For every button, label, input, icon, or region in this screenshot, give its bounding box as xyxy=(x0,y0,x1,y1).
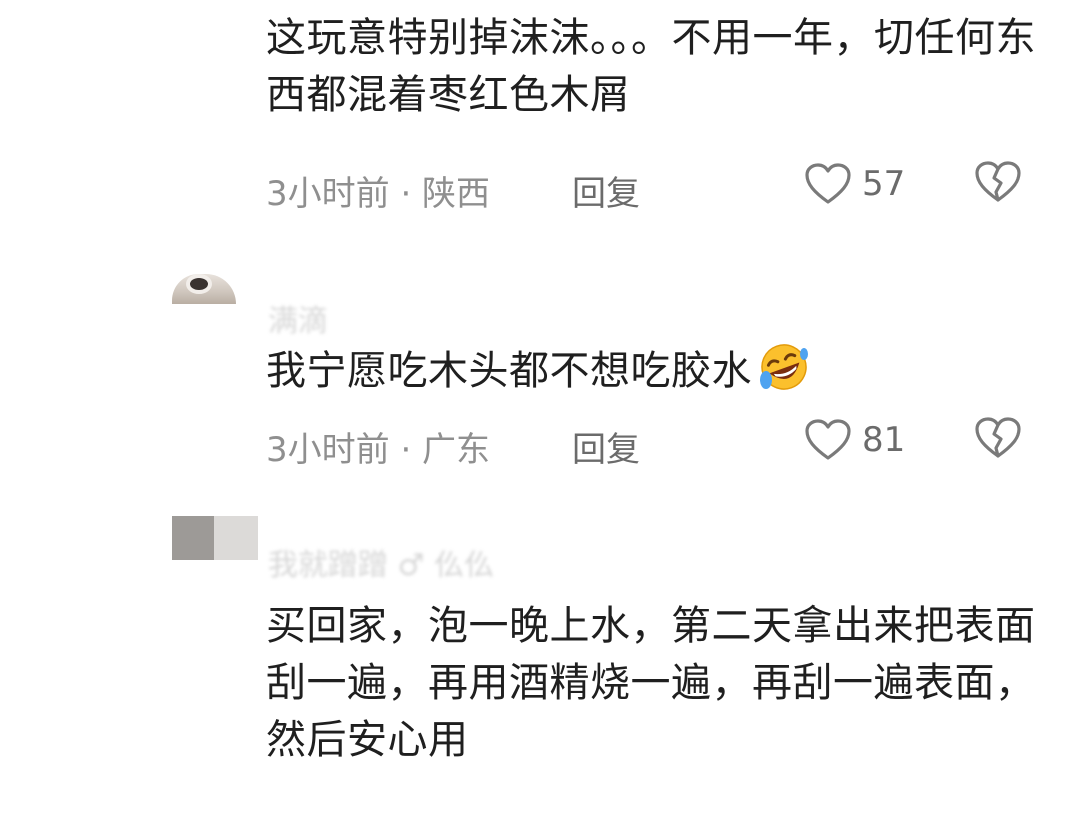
comment-meta: 3小时前 · 广东 回复 81 xyxy=(266,416,1056,470)
broken-heart-icon xyxy=(974,160,1022,208)
comment-text: 我宁愿吃木头都不想吃胶水 xyxy=(266,342,1046,400)
reply-button[interactable]: 回复 xyxy=(572,422,640,471)
comment-time-location: 3小时前 · 广东 xyxy=(266,430,491,470)
heart-outline-icon xyxy=(804,418,852,462)
like-button[interactable]: 81 xyxy=(804,416,905,464)
dislike-button[interactable] xyxy=(974,160,1022,208)
avatar[interactable] xyxy=(172,516,258,560)
dislike-button[interactable] xyxy=(974,416,1022,464)
comment-text: 这玩意特别掉沫沫。。。不用一年，切任何东西都混着枣红色木屑 xyxy=(266,15,1036,118)
broken-heart-icon xyxy=(974,416,1022,464)
comment-time-location: 3小时前 · 陕西 xyxy=(266,174,491,214)
comment-text-content: 我宁愿吃木头都不想吃胶水 xyxy=(266,348,752,394)
username[interactable]: 我就蹭蹭 ♂ 仫仫 xyxy=(268,540,494,584)
avatar[interactable] xyxy=(172,262,258,304)
username[interactable]: 满滴 xyxy=(268,296,328,340)
comment-meta: 3小时前 · 陕西 回复 57 xyxy=(266,160,1056,214)
reply-button[interactable]: 回复 xyxy=(572,166,640,215)
heart-outline-icon xyxy=(804,162,852,206)
comment-text: 买回家，泡一晚上水，第二天拿出来把表面刮一遍，再用酒精烧一遍，再刮一遍表面，然后… xyxy=(266,603,1036,763)
avatar-image xyxy=(172,516,214,560)
like-count: 57 xyxy=(862,164,906,204)
like-count: 81 xyxy=(862,420,906,460)
avatar-eye xyxy=(190,278,208,290)
like-button[interactable]: 57 xyxy=(804,160,905,208)
rolling-on-floor-laughing-emoji xyxy=(756,342,812,392)
avatar-image-right xyxy=(214,516,258,560)
